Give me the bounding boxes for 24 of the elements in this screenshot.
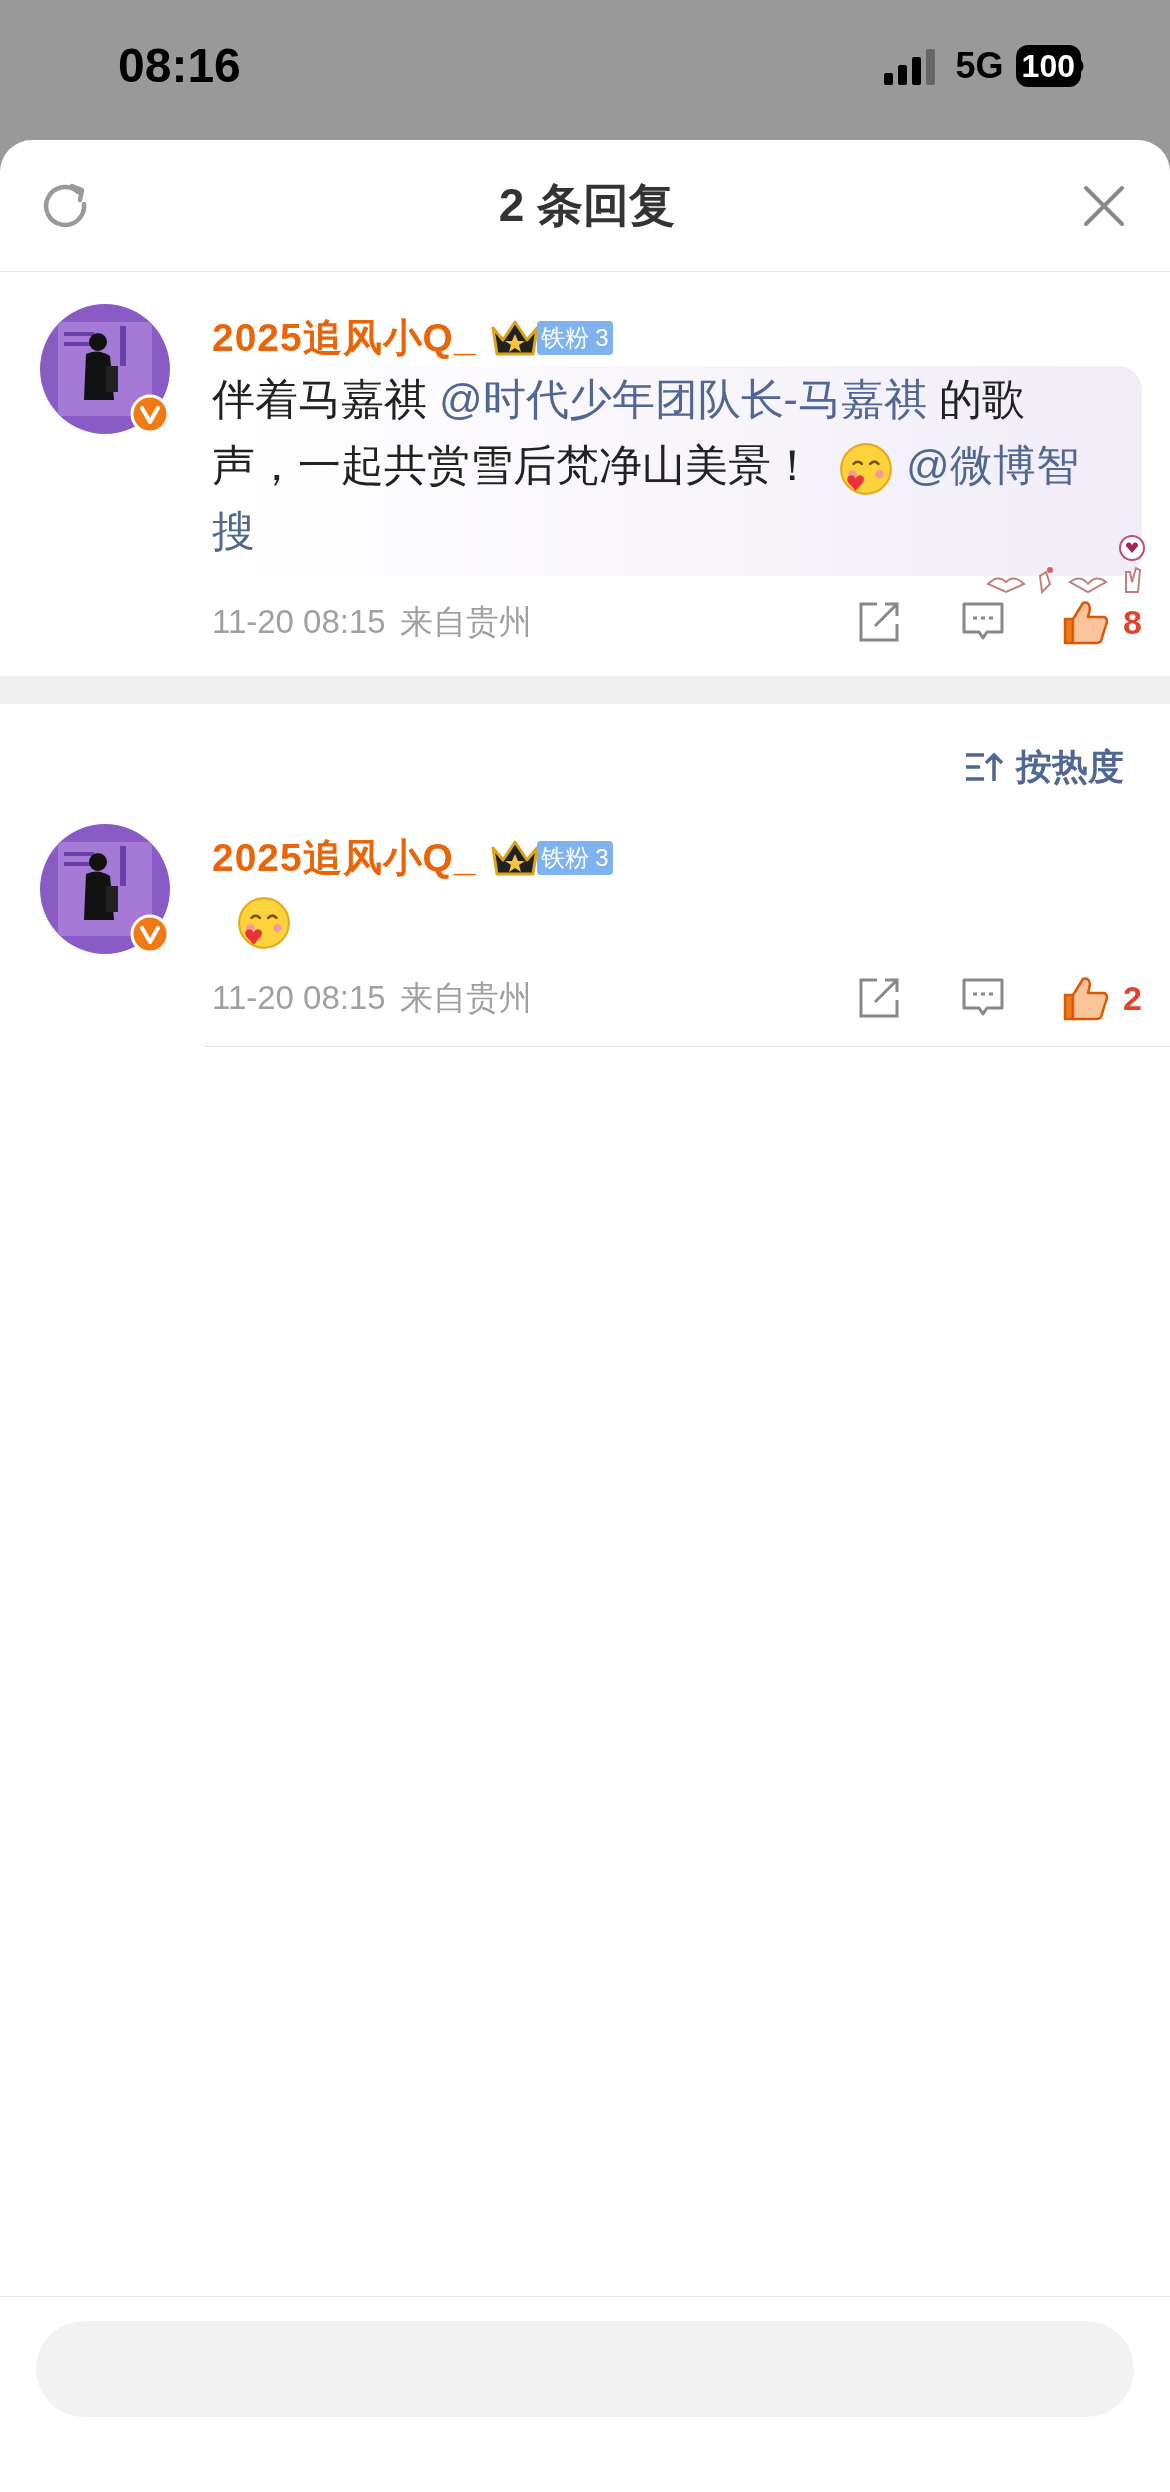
comment-text: 伴着马嘉祺 @时代少年团队长-马嘉祺 的歌声，一起共赏雪后梵净山美景！ @微博智搜 [212, 374, 1080, 557]
emoji-icon [236, 894, 292, 951]
username[interactable]: 2025追风小Q_ [212, 828, 477, 888]
share-icon[interactable] [857, 600, 902, 644]
like-count: 8 [1123, 601, 1142, 643]
battery-tip-icon [1081, 60, 1086, 72]
sheet-title: 2 条回复 [498, 178, 676, 233]
close-icon[interactable] [1082, 183, 1126, 228]
fan-badge: 铁粉 3 [536, 321, 613, 355]
network-label: 5G [955, 44, 1004, 88]
comment-time: 11-20 08:15 [212, 978, 386, 1019]
share-icon[interactable] [857, 976, 902, 1020]
status-time: 08:16 [118, 38, 241, 94]
comment-location: 来自贵州 [399, 602, 532, 643]
fan-badge: 铁粉 3 [536, 841, 613, 875]
battery-level: 100 [1015, 45, 1081, 87]
like-icon[interactable] [1061, 599, 1110, 645]
like-count: 2 [1123, 977, 1142, 1019]
sort-button[interactable]: 按热度 [964, 740, 1124, 794]
comment-location: 来自贵州 [399, 978, 532, 1019]
comment-time: 11-20 08:15 [212, 602, 386, 643]
emoji-icon [838, 440, 894, 497]
like-icon[interactable] [1061, 975, 1110, 1021]
username[interactable]: 2025追风小Q_ [212, 308, 477, 368]
